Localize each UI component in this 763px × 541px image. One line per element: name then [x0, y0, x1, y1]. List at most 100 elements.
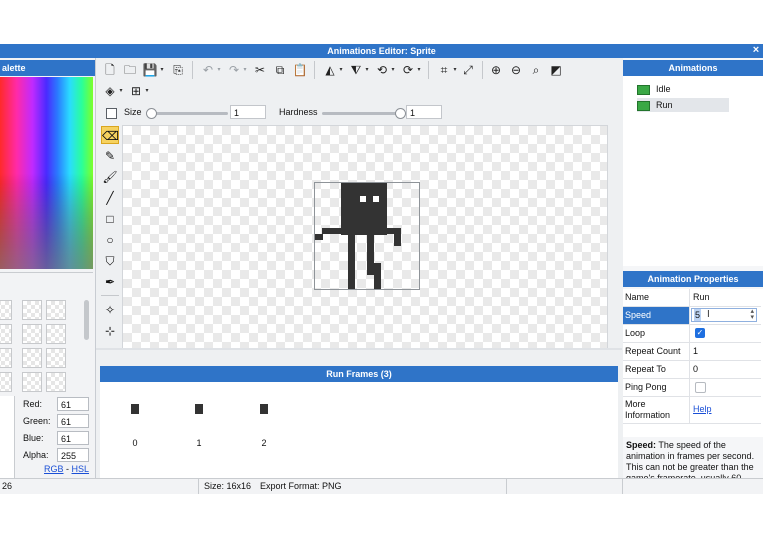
- size-slider-knob[interactable]: [146, 108, 157, 119]
- palette-swatch[interactable]: [0, 324, 12, 344]
- size-label: Size: [124, 107, 142, 117]
- layers-icon[interactable]: ◈: [102, 83, 118, 99]
- fill-bucket-icon[interactable]: ⛉: [101, 252, 119, 270]
- status-divider: [622, 479, 623, 494]
- copy-icon[interactable]: ⧉: [272, 62, 288, 78]
- redo-dropdown-icon[interactable]: ▾: [242, 62, 248, 78]
- alpha-field[interactable]: 255: [57, 448, 89, 462]
- palette-swatch[interactable]: [0, 372, 12, 392]
- hardness-slider-knob[interactable]: [395, 108, 406, 119]
- palette-swatch[interactable]: [0, 348, 12, 368]
- undo-icon[interactable]: ↶: [200, 62, 216, 78]
- swatch-scrollbar[interactable]: [84, 300, 89, 340]
- redo-icon[interactable]: ↷: [226, 62, 242, 78]
- sprite-hand-right: [394, 234, 401, 246]
- flip-h-dropdown-icon[interactable]: ▾: [338, 62, 344, 78]
- rotate-left-dropdown-icon[interactable]: ▾: [390, 62, 396, 78]
- sprite-canvas[interactable]: [314, 182, 420, 290]
- fit-to-view-icon[interactable]: ◩: [548, 62, 564, 78]
- palette-swatch[interactable]: [46, 348, 66, 368]
- animation-item-label: Idle: [656, 84, 671, 94]
- spinner-down-icon[interactable]: ▾: [750, 314, 754, 321]
- sprite-leg-right: [367, 235, 374, 275]
- name-value[interactable]: Run: [693, 289, 710, 306]
- green-field[interactable]: 61: [57, 414, 89, 428]
- palette-swatch[interactable]: [46, 324, 66, 344]
- animation-item-idle[interactable]: Idle: [637, 82, 727, 96]
- prop-row-name: Name Run: [623, 289, 761, 307]
- toolbar-separator: [192, 61, 193, 79]
- paste-icon[interactable]: 📋: [292, 62, 308, 78]
- grid-icon[interactable]: ⊞: [128, 83, 144, 99]
- palette-swatch[interactable]: [0, 300, 12, 320]
- red-label: Red:: [23, 399, 43, 409]
- palette-divider: [0, 272, 93, 273]
- flip-horizontal-icon[interactable]: ◭: [322, 62, 338, 78]
- color-picker-icon[interactable]: ✒: [101, 273, 119, 291]
- save-dropdown-icon[interactable]: ▾: [159, 62, 165, 78]
- cut-icon[interactable]: ✂: [252, 62, 268, 78]
- crop-icon[interactable]: ⌗: [436, 62, 452, 78]
- size-value-field[interactable]: 1: [230, 105, 266, 119]
- flip-v-dropdown-icon[interactable]: ▾: [364, 62, 370, 78]
- pencil-icon[interactable]: ✎: [101, 147, 119, 165]
- rectangle-icon[interactable]: □: [101, 210, 119, 228]
- flip-vertical-icon[interactable]: ⧨: [348, 62, 364, 78]
- rotate-right-icon[interactable]: ⟳: [400, 62, 416, 78]
- animation-icon: [637, 100, 650, 111]
- rotate-right-dropdown-icon[interactable]: ▾: [416, 62, 422, 78]
- canvas-splitter[interactable]: [96, 348, 622, 350]
- repeat-to-value[interactable]: 0: [693, 361, 698, 378]
- close-icon[interactable]: ×: [751, 44, 761, 58]
- hardness-value-field[interactable]: 1: [406, 105, 442, 119]
- blue-field[interactable]: 61: [57, 431, 89, 445]
- repeat-count-value[interactable]: 1: [693, 343, 698, 360]
- export-icon[interactable]: ⎘: [170, 62, 186, 78]
- grid-dropdown-icon[interactable]: ▾: [144, 83, 150, 99]
- open-folder-icon[interactable]: 🗀: [122, 62, 138, 78]
- undo-dropdown-icon[interactable]: ▾: [216, 62, 222, 78]
- rgb-mode-link[interactable]: RGB: [44, 464, 64, 474]
- origin-icon[interactable]: ✧: [101, 301, 119, 319]
- animations-list: Idle Run: [623, 76, 763, 266]
- zoom-in-icon[interactable]: ⊕: [488, 62, 504, 78]
- palette-swatch[interactable]: [22, 324, 42, 344]
- brush-shape-icon[interactable]: [106, 108, 117, 119]
- new-file-icon[interactable]: 🗋: [102, 62, 118, 78]
- eraser-icon[interactable]: ⌫: [101, 126, 119, 144]
- save-icon[interactable]: 💾: [142, 62, 158, 78]
- palette-swatch[interactable]: [22, 372, 42, 392]
- toolbar-separator: [482, 61, 483, 79]
- frame-index: 0: [132, 438, 138, 448]
- layers-dropdown-icon[interactable]: ▾: [118, 83, 124, 99]
- frame-thumbnail[interactable]: 0: [120, 404, 150, 454]
- transform-icon[interactable]: ⊹: [101, 322, 119, 340]
- animation-item-run[interactable]: Run: [637, 98, 729, 112]
- frame-thumbnail[interactable]: 2: [249, 404, 279, 454]
- crop-dropdown-icon[interactable]: ▾: [452, 62, 458, 78]
- frame-thumbnail[interactable]: 1: [184, 404, 214, 454]
- status-divider: [506, 479, 507, 494]
- palette-panel: alette Red: 61 Green: 61 Blue: 61 Alpha:…: [0, 58, 96, 478]
- rotate-left-icon[interactable]: ⟲: [374, 62, 390, 78]
- palette-swatch[interactable]: [22, 348, 42, 368]
- zoom-reset-icon[interactable]: ⌕: [528, 62, 544, 78]
- line-icon[interactable]: ╱: [101, 189, 119, 207]
- red-field[interactable]: 61: [57, 397, 89, 411]
- hsl-mode-link[interactable]: HSL: [72, 464, 90, 474]
- help-link[interactable]: Help: [693, 404, 712, 415]
- size-slider-track[interactable]: [148, 112, 228, 115]
- hardness-slider-track[interactable]: [322, 112, 402, 115]
- brush-icon[interactable]: 🖌: [101, 168, 119, 186]
- speed-input[interactable]: 5 I ▴ ▾: [691, 308, 757, 322]
- loop-checkbox[interactable]: ✓: [695, 328, 705, 338]
- ping-pong-checkbox[interactable]: [695, 382, 706, 393]
- palette-swatch[interactable]: [46, 372, 66, 392]
- zoom-out-icon[interactable]: ⊖: [508, 62, 524, 78]
- green-label: Green:: [23, 416, 51, 426]
- resize-icon[interactable]: ⤢: [460, 62, 476, 78]
- palette-swatch[interactable]: [22, 300, 42, 320]
- palette-swatch[interactable]: [46, 300, 66, 320]
- circle-icon[interactable]: ○: [101, 231, 119, 249]
- right-panel: Animations Idle Run Animation Properties…: [623, 58, 763, 483]
